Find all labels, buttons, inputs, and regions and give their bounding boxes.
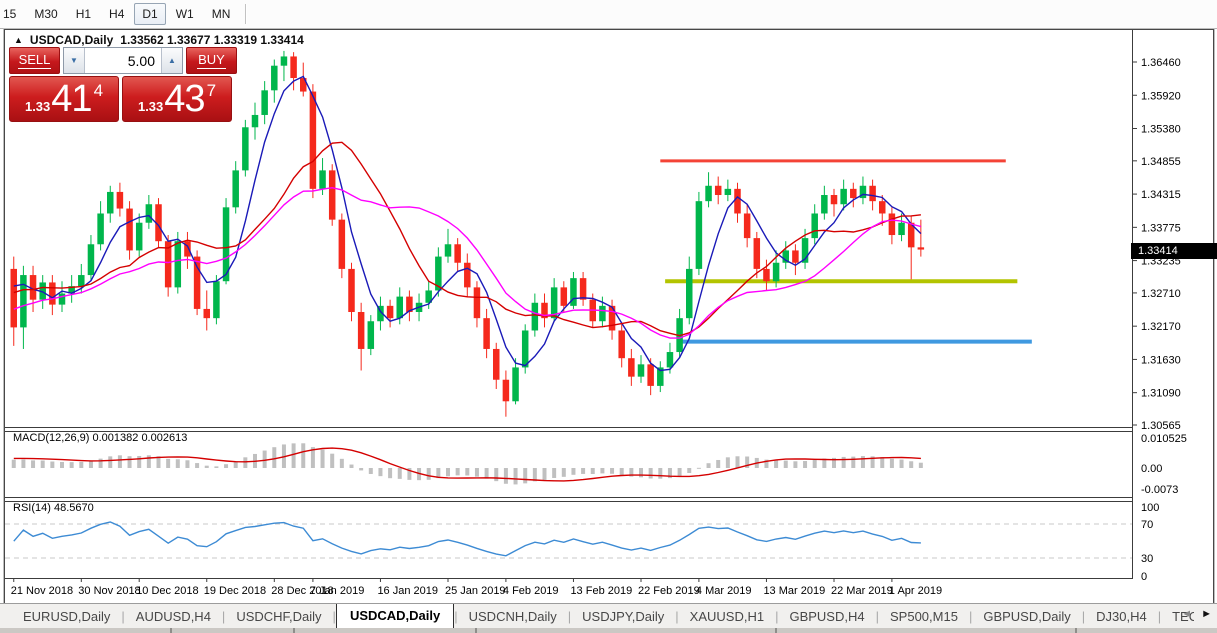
triangle-up-icon: ▲ (168, 56, 176, 65)
tab-usdcnh-daily[interactable]: USDCNH,Daily (458, 605, 568, 629)
svg-text:7 Jan 2019: 7 Jan 2019 (310, 585, 364, 597)
tab-dj30-h4[interactable]: DJ30,H4 (1085, 605, 1158, 629)
sell-price-prefix: 1.33 (25, 99, 50, 114)
svg-text:19 Dec 2018: 19 Dec 2018 (204, 585, 266, 597)
chart-tab-list: EURUSD,Daily|AUDUSD,H4|USDCHF,Daily|USDC… (0, 604, 1194, 629)
svg-text:1.31630: 1.31630 (1141, 354, 1181, 366)
svg-text:1.36460: 1.36460 (1141, 57, 1181, 69)
tab-audusd-h4[interactable]: AUDUSD,H4 (125, 605, 222, 629)
triangle-down-icon: ▼ (70, 56, 78, 65)
timeframe-m30[interactable]: M30 (26, 3, 65, 25)
svg-text:30 Nov 2018: 30 Nov 2018 (78, 585, 140, 597)
tab-gbpusd-daily[interactable]: GBPUSD,Daily (972, 605, 1081, 629)
sell-price-pip: 4 (94, 81, 103, 101)
volume-input[interactable] (85, 48, 161, 73)
svg-text:1.34855: 1.34855 (1141, 156, 1181, 168)
svg-text:1.33775: 1.33775 (1141, 222, 1181, 234)
svg-text:-0.0073: -0.0073 (1141, 484, 1178, 496)
svg-text:1.32710: 1.32710 (1141, 288, 1181, 300)
chart-tab-bar: EURUSD,Daily|AUDUSD,H4|USDCHF,Daily|USDC… (0, 603, 1217, 629)
one-click-trading-panel: SELL ▼ ▲ BUY 1.33 41 (9, 47, 237, 122)
svg-text:13 Feb 2019: 13 Feb 2019 (570, 585, 632, 597)
rsi-indicator-label: RSI(14) 48.5670 (13, 502, 94, 514)
svg-text:21 Nov 2018: 21 Nov 2018 (11, 585, 73, 597)
svg-text:4 Mar 2019: 4 Mar 2019 (696, 585, 752, 597)
chart-ohlc-values: 1.33562 1.33677 1.33319 1.33414 (120, 33, 304, 47)
svg-text:4 Feb 2019: 4 Feb 2019 (503, 585, 559, 597)
timeframe-toolbar: 15M30H1H4D1W1MN (0, 0, 1217, 29)
svg-text:100: 100 (1141, 502, 1159, 514)
timeframe-w1[interactable]: W1 (168, 3, 202, 25)
chart-window: 1.364601.359201.353801.348551.343151.337… (4, 29, 1214, 604)
strip-notch (170, 628, 172, 633)
svg-text:1.34315: 1.34315 (1141, 189, 1181, 201)
tab-scroll-left-icon[interactable]: ◄ (1181, 608, 1192, 620)
tab-usdjpy-daily[interactable]: USDJPY,Daily (571, 605, 675, 629)
svg-text:1.30565: 1.30565 (1141, 420, 1181, 432)
svg-text:0: 0 (1141, 571, 1147, 583)
volume-stepper: ▼ ▲ (63, 47, 183, 74)
tab-eurusd-daily[interactable]: EURUSD,Daily (12, 605, 121, 629)
timeframe-h1[interactable]: H1 (68, 3, 99, 25)
strip-notch (1075, 628, 1077, 633)
svg-text:1.35920: 1.35920 (1141, 90, 1181, 102)
svg-text:30: 30 (1141, 553, 1153, 565)
tab-gbpusd-h4[interactable]: GBPUSD,H4 (778, 605, 875, 629)
tab-scroll-right-icon[interactable]: ► (1201, 608, 1212, 620)
chart-title: ▲ USDCAD,Daily 1.33562 1.33677 1.33319 1… (14, 33, 304, 47)
macd-indicator-label: MACD(12,26,9) 0.001382 0.002613 (13, 432, 187, 444)
timeframe-d1[interactable]: D1 (134, 3, 165, 25)
sell-price-quote[interactable]: 1.33 41 4 (9, 76, 119, 122)
sell-button-label: SELL (18, 52, 52, 69)
buy-price-big: 43 (164, 79, 204, 119)
volume-decrease-button[interactable]: ▼ (64, 48, 85, 73)
timeframe-15[interactable]: 15 (1, 3, 24, 25)
svg-text:1 Apr 2019: 1 Apr 2019 (889, 585, 942, 597)
svg-text:0.00: 0.00 (1141, 463, 1162, 475)
buy-button[interactable]: BUY (186, 47, 237, 74)
buy-price-quote[interactable]: 1.33 43 7 (122, 76, 232, 122)
bottom-strip (0, 628, 1217, 633)
svg-text:0.010525: 0.010525 (1141, 433, 1187, 445)
tab-usdcad-daily[interactable]: USDCAD,Daily (336, 604, 454, 628)
strip-notch (293, 628, 295, 633)
svg-text:70: 70 (1141, 519, 1153, 531)
tab-xauusd-h1[interactable]: XAUUSD,H1 (679, 605, 775, 629)
timeframe-mn[interactable]: MN (204, 3, 239, 25)
timeframe-h4[interactable]: H4 (101, 3, 132, 25)
mt4-screen: 15M30H1H4D1W1MN 1.36460 1.35920 1.35380 1.3… (0, 0, 1217, 633)
svg-text:22 Feb 2019: 22 Feb 2019 (638, 585, 700, 597)
tab-sp500-m15[interactable]: SP500,M15 (879, 605, 969, 629)
buy-price-pip: 7 (207, 81, 216, 101)
chart-symbol-label: USDCAD,Daily (30, 33, 113, 47)
tab-usdchf-daily[interactable]: USDCHF,Daily (225, 605, 332, 629)
svg-text:1.31090: 1.31090 (1141, 388, 1181, 400)
volume-increase-button[interactable]: ▲ (161, 48, 182, 73)
svg-text:22 Mar 2019: 22 Mar 2019 (831, 585, 893, 597)
svg-text:1.32170: 1.32170 (1141, 321, 1181, 333)
buy-price-prefix: 1.33 (138, 99, 163, 114)
svg-text:16 Jan 2019: 16 Jan 2019 (377, 585, 438, 597)
toolbar-separator (245, 4, 246, 24)
sell-price-big: 41 (51, 79, 91, 119)
strip-notch (775, 628, 777, 633)
svg-text:13 Mar 2019: 13 Mar 2019 (763, 585, 825, 597)
current-price-badge: 1.33414 (1131, 243, 1217, 259)
strip-notch (475, 628, 477, 633)
collapse-chart-icon[interactable]: ▲ (14, 35, 23, 45)
svg-text:25 Jan 2019: 25 Jan 2019 (445, 585, 506, 597)
sell-button[interactable]: SELL (9, 47, 60, 74)
buy-button-label: BUY (197, 52, 226, 69)
svg-text:1.35380: 1.35380 (1141, 124, 1181, 136)
svg-text:10 Dec 2018: 10 Dec 2018 (136, 585, 198, 597)
